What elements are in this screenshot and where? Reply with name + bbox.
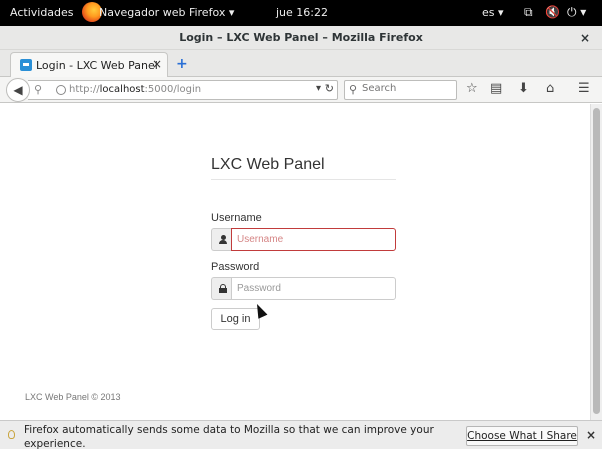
- password-addon: [211, 277, 232, 300]
- language-selector[interactable]: es ▾: [482, 6, 504, 19]
- window-title: Login – LXC Web Panel – Mozilla Firefox: [179, 31, 423, 44]
- gnome-top-bar: Actividades Navegador web Firefox ▾ jue …: [0, 0, 602, 26]
- data-notification-bar: Firefox automatically sends some data to…: [0, 420, 602, 449]
- volume-muted-icon[interactable]: 🔇: [545, 5, 560, 19]
- username-input[interactable]: [231, 228, 396, 251]
- title-divider: [211, 179, 396, 180]
- password-input[interactable]: [231, 277, 396, 300]
- url-history-dropdown-icon[interactable]: ▾: [316, 83, 321, 94]
- network-icon[interactable]: ⧉: [524, 5, 533, 20]
- back-button[interactable]: ◀: [6, 78, 30, 102]
- lightbulb-icon: [8, 430, 15, 439]
- tab-title: Login - LXC Web Panel: [36, 59, 158, 72]
- url-text[interactable]: http://localhost:5000/login: [69, 84, 201, 95]
- tab-close-button[interactable]: ×: [152, 57, 162, 71]
- page-content: LXC Web Panel Username Password Log in L…: [0, 104, 590, 420]
- page-title: LXC Web Panel: [211, 156, 325, 173]
- activities-button[interactable]: Actividades: [10, 6, 74, 19]
- notification-close-button[interactable]: ×: [586, 428, 596, 442]
- navigation-toolbar: ⚲ http://localhost:5000/login ▾ ↻ ◀ ⚲ ☆ …: [0, 77, 602, 103]
- search-icon: ⚲: [349, 83, 358, 96]
- tab-login[interactable]: Login - LXC Web Panel ×: [10, 52, 168, 78]
- scrollbar-thumb[interactable]: [593, 108, 600, 414]
- bookmark-star-icon[interactable]: ☆: [466, 81, 478, 96]
- window-close-button[interactable]: ×: [580, 26, 590, 50]
- password-field-group: [211, 277, 396, 300]
- login-button[interactable]: Log in: [211, 308, 260, 330]
- username-addon: [211, 228, 232, 251]
- back-arrow-icon: ◀: [13, 83, 23, 97]
- user-icon: [219, 235, 227, 245]
- lock-icon: [219, 284, 227, 294]
- power-icon[interactable]: ⏻ ▾: [567, 5, 586, 20]
- window-title-bar: Login – LXC Web Panel – Mozilla Firefox …: [0, 26, 602, 50]
- username-label: Username: [211, 212, 262, 224]
- password-label: Password: [211, 261, 260, 273]
- search-input[interactable]: [362, 83, 452, 94]
- favicon-icon: [20, 59, 32, 71]
- username-field-group: [211, 228, 396, 251]
- home-icon[interactable]: ⌂: [546, 81, 554, 96]
- menu-icon[interactable]: ☰: [578, 81, 590, 96]
- identity-icon[interactable]: ⚲: [34, 83, 42, 96]
- app-menu[interactable]: Navegador web Firefox ▾: [99, 6, 234, 19]
- new-tab-button[interactable]: +: [176, 56, 188, 72]
- reading-list-icon[interactable]: ▤: [490, 81, 502, 96]
- search-bar[interactable]: ⚲: [344, 80, 457, 100]
- page-footer: LXC Web Panel © 2013: [25, 392, 121, 402]
- clock[interactable]: jue 16:22: [276, 6, 328, 19]
- choose-what-i-share-button[interactable]: Choose What I Share: [466, 426, 578, 446]
- vertical-scrollbar[interactable]: [590, 104, 602, 420]
- tab-strip: Login - LXC Web Panel × +: [0, 50, 602, 78]
- globe-icon: [56, 85, 66, 95]
- notification-message: Firefox automatically sends some data to…: [24, 424, 434, 449]
- reload-icon[interactable]: ↻: [325, 82, 334, 95]
- downloads-icon[interactable]: ⬇: [518, 81, 529, 96]
- url-bar[interactable]: ⚲ http://localhost:5000/login ▾ ↻: [28, 80, 338, 100]
